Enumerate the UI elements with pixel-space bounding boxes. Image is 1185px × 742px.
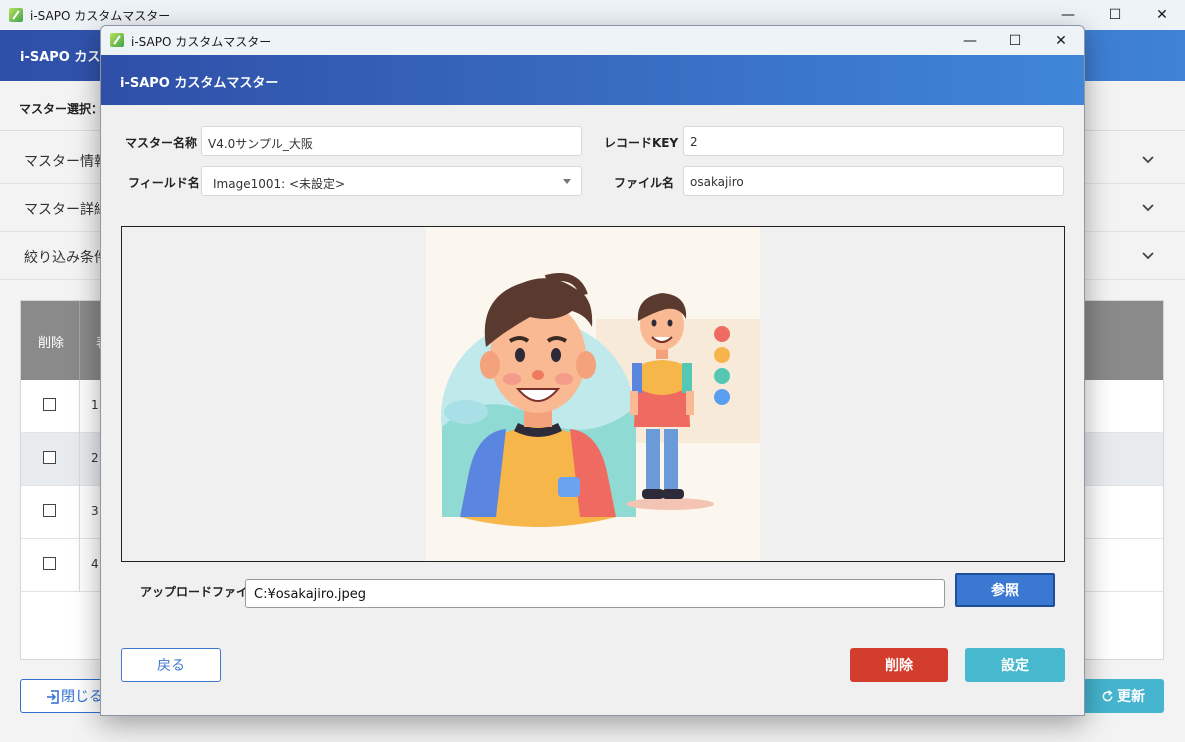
- main-window-title: i-SAPO カスタムマスター: [30, 9, 171, 23]
- refresh-button-label: 更新: [1117, 689, 1145, 705]
- app-logo-icon: [9, 8, 23, 22]
- dialog-window-title: i-SAPO カスタムマスター: [131, 35, 272, 49]
- cell-divider: [79, 539, 80, 592]
- row-number: 4: [91, 557, 99, 571]
- field-name-value: Image1001: <未設定>: [213, 177, 346, 191]
- column-divider: [79, 301, 80, 380]
- boy-character-image: [426, 227, 760, 561]
- refresh-button[interactable]: 更新: [1082, 679, 1164, 713]
- row-number: 1: [91, 398, 99, 412]
- browse-button[interactable]: 参照: [955, 573, 1055, 607]
- delete-checkbox[interactable]: [43, 398, 56, 411]
- close-button[interactable]: 閉じる: [20, 679, 108, 713]
- delete-checkbox[interactable]: [43, 557, 56, 570]
- accordion-label: 絞り込み条件: [24, 250, 108, 266]
- cell-divider: [79, 380, 80, 433]
- upload-file-path-field[interactable]: C:¥osakajiro.jpeg: [245, 579, 945, 608]
- close-window-button[interactable]: ✕: [1139, 0, 1185, 30]
- column-header-delete: 削除: [38, 336, 65, 351]
- dialog-maximize-button[interactable]: ☐: [992, 26, 1038, 55]
- accordion-label: マスター情報: [24, 154, 108, 170]
- dialog-close-button[interactable]: ✕: [1038, 26, 1084, 55]
- delete-checkbox[interactable]: [43, 504, 56, 517]
- back-button[interactable]: 戻る: [121, 648, 221, 682]
- close-button-label: 閉じる: [61, 689, 103, 705]
- row-number: 3: [91, 504, 99, 518]
- chevron-down-icon: [1142, 204, 1154, 212]
- dialog-minimize-button[interactable]: —: [947, 26, 993, 55]
- field-name-label: フィールド名: [128, 176, 200, 190]
- app-root: i-SAPO カスタムマスター — ☐ ✕ i-SAPO カスタムマスター マス…: [0, 0, 1185, 742]
- image-preview-panel: [121, 226, 1065, 562]
- delete-button[interactable]: 削除: [850, 648, 948, 682]
- master-name-label: マスター名称: [125, 136, 198, 150]
- set-button[interactable]: 設定: [965, 648, 1065, 682]
- master-select-label: マスター選択：: [19, 102, 104, 116]
- file-name-field[interactable]: osakajiro: [683, 166, 1064, 196]
- cell-divider: [79, 486, 80, 539]
- app-logo-icon: [110, 33, 124, 47]
- record-key-field[interactable]: 2: [683, 126, 1064, 156]
- chevron-down-icon: [1142, 252, 1154, 260]
- dialog-header-title: i-SAPO カスタムマスター: [120, 76, 279, 91]
- file-name-label: ファイル名: [614, 176, 675, 190]
- upload-file-label: アップロードファイル: [140, 585, 261, 599]
- delete-checkbox[interactable]: [43, 451, 56, 464]
- master-name-field[interactable]: V4.0サンプル_大阪: [201, 126, 582, 156]
- record-key-label: レコードKEY: [604, 136, 679, 150]
- dialog-titlebar: i-SAPO カスタムマスター — ☐ ✕: [101, 26, 1084, 55]
- cell-divider: [79, 433, 80, 486]
- accordion-label: マスター詳細: [24, 202, 108, 218]
- field-name-select[interactable]: Image1001: <未設定>: [201, 166, 582, 196]
- refresh-icon: [1102, 689, 1113, 701]
- maximize-button[interactable]: ☐: [1092, 0, 1138, 30]
- exit-icon: [47, 690, 59, 704]
- row-number: 2: [91, 451, 99, 465]
- chevron-down-icon: [1142, 156, 1154, 164]
- dialog-header: i-SAPO カスタムマスター: [101, 55, 1084, 105]
- dropdown-caret-icon: [563, 179, 571, 184]
- image-upload-dialog: i-SAPO カスタムマスター — ☐ ✕ i-SAPO カスタムマスター マス…: [100, 25, 1085, 716]
